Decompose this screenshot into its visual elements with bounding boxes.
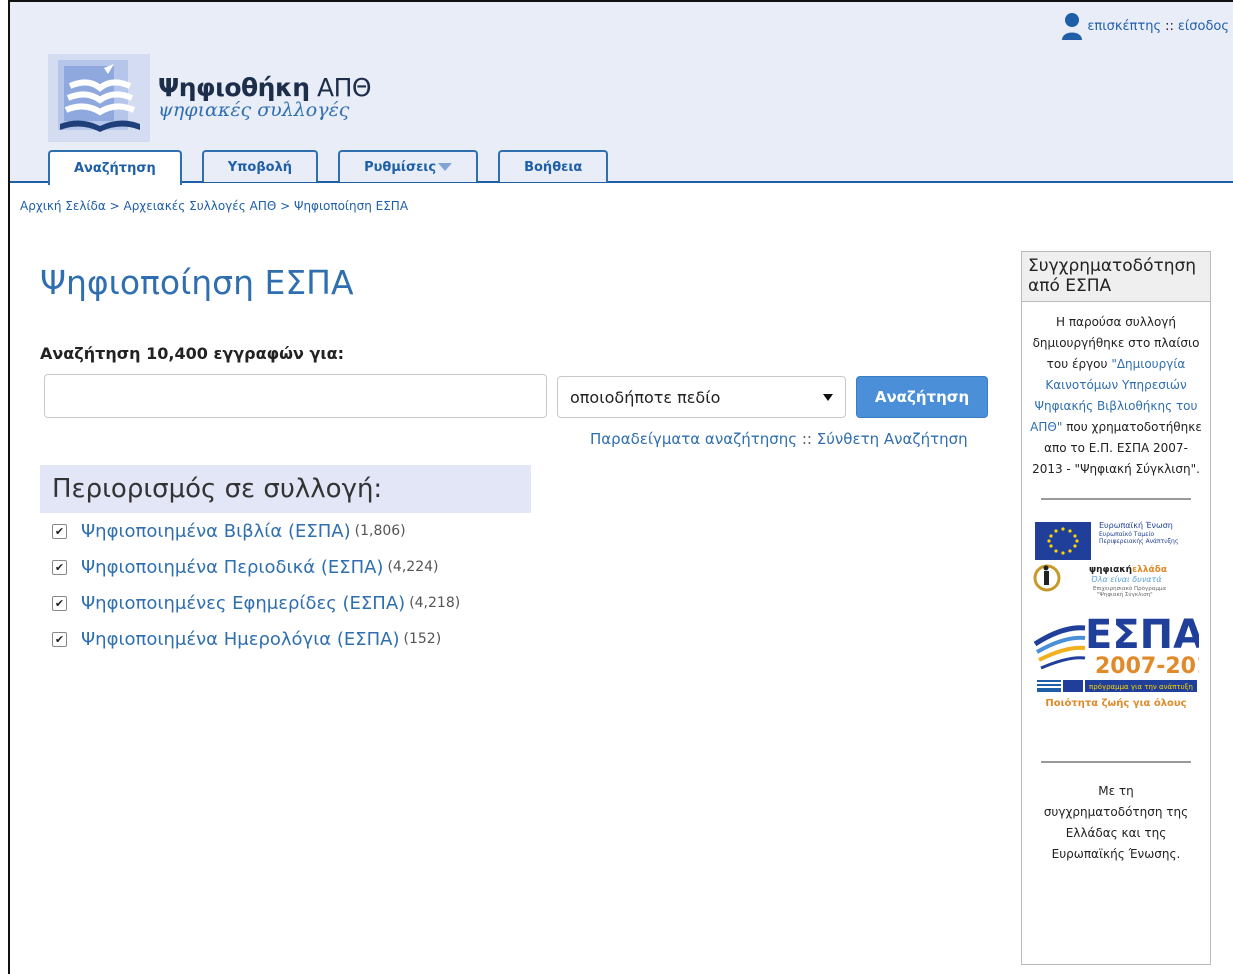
search-label: Αναζήτηση 10,400 εγγραφών για: [40,344,345,363]
main-tabs: Αναζήτηση Υποβολή Ρυθμίσεις Βοήθεια [48,150,609,185]
funding-sidebar: Συγχρηματοδότηση από ΕΣΠΑ Η παρούσα συλλ… [1021,251,1227,965]
list-item: ✔ Ψηφιοποιημένα Ημερολόγια (ΕΣΠΑ) (152) [40,621,531,657]
breadcrumb-home[interactable]: Αρχική Σελίδα [20,199,106,213]
visitor-link[interactable]: επισκέπτης [1087,19,1161,34]
svg-text:ΕΣΠΑ: ΕΣΠΑ [1085,612,1199,658]
sidebar-body: Η παρούσα συλλογή δημιουργήθηκε στο πλαί… [1022,302,1227,865]
collection-count: (4,224) [387,559,439,575]
sidebar-footer: Με τη συγχρηματοδότηση της Ελλάδας και τ… [1043,783,1189,861]
list-item: ✔ Ψηφιοποιημένα Περιοδικά (ΕΣΠΑ) (4,224) [40,549,531,585]
collection-checkbox[interactable]: ✔ [52,559,67,575]
svg-text:"Ψηφιακή Σύγκλιση": "Ψηφιακή Σύγκλιση" [1097,591,1153,598]
search-examples-link[interactable]: Παραδείγματα αναζήτησης [590,430,797,448]
user-separator: :: [1165,18,1174,34]
tab-settings[interactable]: Ρυθμίσεις [338,150,479,182]
links-separator: :: [797,430,817,448]
collection-count: (152) [403,631,442,647]
limit-heading: Περιορισμός σε συλλογή: [40,465,531,513]
svg-text:Ποιότητα ζωής για όλους: Ποιότητα ζωής για όλους [1045,697,1186,709]
tab-submit[interactable]: Υποβολή [201,150,319,182]
search-field-select[interactable]: οποιοδήποτε πεδίο [557,376,846,418]
logo-title: Ψηφιοθήκη ΑΠΘ [158,72,372,102]
collection-link[interactable]: Ψηφιοποιημένα Βιβλία (ΕΣΠΑ) [81,521,351,542]
svg-text:ψηφιακήελλάδα: ψηφιακήελλάδα [1089,565,1167,575]
list-item: ✔ Ψηφιοποιημένα Βιβλία (ΕΣΠΑ) (1,806) [40,513,531,549]
tab-help[interactable]: Βοήθεια [498,150,609,182]
eu-title: Ευρωπαϊκή Ένωση [1099,521,1173,530]
svg-text:Επιχειρησιακό Πρόγραμμα: Επιχειρησιακό Πρόγραμμα [1093,585,1166,592]
page-title: Ψηφιοποίηση ΕΣΠΑ [40,263,354,302]
breadcrumb-separator: > [276,199,294,213]
site-header: επισκέπτης :: είσοδος Ψηφιοθήκη ΑΠΘ ψηφι… [10,2,1233,185]
dropdown-arrow-icon [823,393,833,401]
breadcrumb: Αρχική Σελίδα > Αρχειακές Συλλογές ΑΠΘ >… [20,199,408,213]
logo-subtitle: ψηφιακές συλλογές [158,99,350,122]
collection-list: ✔ Ψηφιοποιημένα Βιβλία (ΕΣΠΑ) (1,806) ✔ … [40,513,531,657]
sidebar-divider [1041,497,1191,500]
collection-checkbox[interactable]: ✔ [52,631,67,647]
svg-text:2007-2013: 2007-2013 [1095,654,1199,679]
collection-link[interactable]: Ψηφιοποιημένα Ημερολόγια (ΕΣΠΑ) [81,629,400,650]
site-logo[interactable]: Ψηφιοθήκη ΑΠΘ ψηφιακές συλλογές [48,54,372,142]
user-icon [1062,13,1083,40]
eu-subtitle: Ευρωπαϊκό Ταμείο Περιφερειακής Ανάπτυξης [1099,530,1179,545]
breadcrumb-current[interactable]: Ψηφιοποίηση ΕΣΠΑ [294,199,408,213]
search-button[interactable]: Αναζήτηση [856,376,988,418]
search-field-value: οποιοδήποτε πεδίο [570,387,721,407]
search-links: Παραδείγματα αναζήτησης :: Σύνθετη Αναζή… [590,430,968,448]
svg-text:πρόγραμμα για την ανάπτυξη: πρόγραμμα για την ανάπτυξη [1089,683,1193,691]
tab-search[interactable]: Αναζήτηση [48,150,182,185]
collection-count: (1,806) [354,523,406,539]
svg-text:Όλα είναι δυνατά: Όλα είναι δυνατά [1091,574,1162,584]
breadcrumb-separator: > [105,199,124,213]
collection-link[interactable]: Ψηφιοποιημένες Εφημερίδες (ΕΣΠΑ) [81,593,405,614]
list-item: ✔ Ψηφιοποιημένες Εφημερίδες (ΕΣΠΑ) (4,21… [40,585,531,621]
espa-funding-logos: Ευρωπαϊκή Ένωση Ευρωπαϊκό Ταμείο Περιφερ… [1033,521,1227,709]
library-logo-icon [48,54,150,142]
collection-checkbox[interactable]: ✔ [52,595,67,611]
collection-checkbox[interactable]: ✔ [52,523,67,539]
chevron-down-icon [438,163,453,171]
sidebar-heading: Συγχρηματοδότηση από ΕΣΠΑ [1022,252,1210,302]
search-input[interactable] [44,374,547,418]
user-bar: επισκέπτης :: είσοδος [1061,12,1229,40]
login-link[interactable]: είσοδος [1178,19,1229,34]
breadcrumb-archives[interactable]: Αρχειακές Συλλογές ΑΠΘ [123,199,276,213]
sidebar-divider [1041,760,1191,763]
collection-count: (4,218) [409,595,461,611]
collection-limit: Περιορισμός σε συλλογή: ✔ Ψηφιοποιημένα … [40,465,531,657]
collection-link[interactable]: Ψηφιοποιημένα Περιοδικά (ΕΣΠΑ) [81,557,383,578]
advanced-search-link[interactable]: Σύνθετη Αναζήτηση [817,430,968,448]
